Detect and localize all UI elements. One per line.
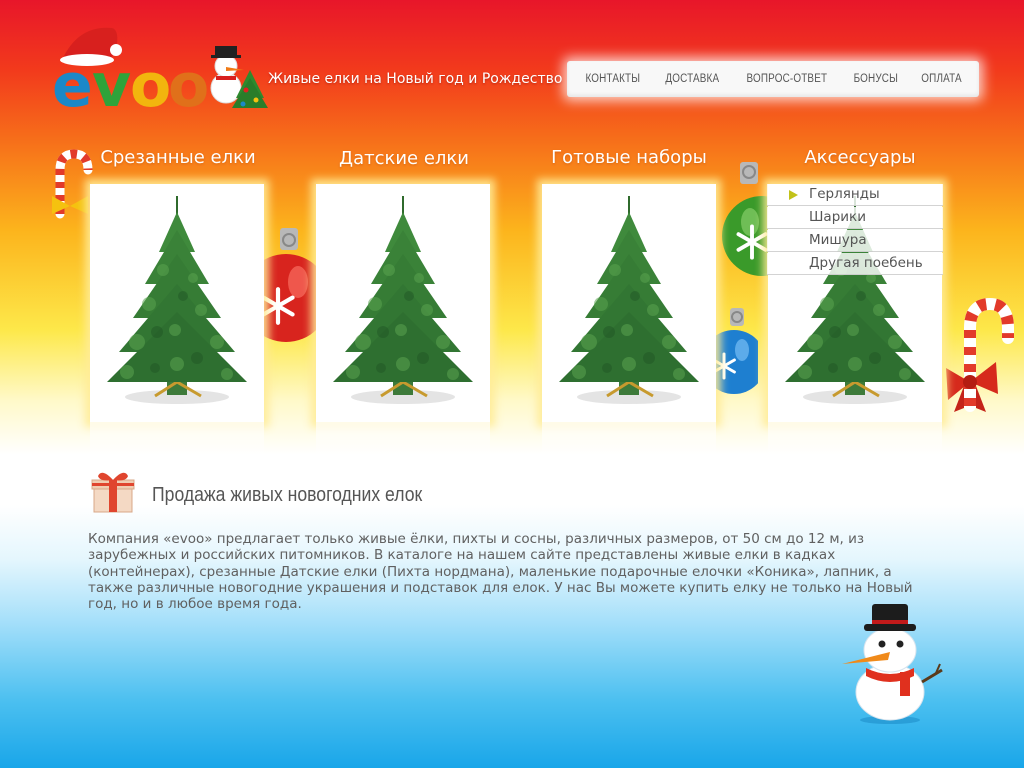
active-arrow-icon [789, 190, 798, 200]
snowman-icon [842, 604, 943, 724]
accessories-menu: Герлянды Шарики Мишура Другая поебень [767, 184, 943, 276]
gift-box-icon [91, 472, 135, 513]
page-heading: Продажа живых новогодних елок [152, 484, 423, 506]
card-reflection [316, 422, 490, 472]
logo-letter-o2: o [168, 51, 209, 115]
menu-item-label: Шарики [809, 209, 866, 225]
card-reflection [542, 422, 716, 472]
christmas-tree-image [105, 194, 249, 406]
christmas-tree-image [331, 194, 475, 406]
logo-letter-e: e [52, 51, 93, 115]
evoo-logo-icon: e v o o [52, 27, 268, 121]
category-card-danish-trees[interactable] [316, 184, 490, 422]
menu-item-garlands[interactable]: Герлянды [767, 184, 943, 206]
category-card-ready-sets[interactable] [542, 184, 716, 422]
nav-delivery[interactable]: ДОСТАВКА [665, 73, 719, 85]
card-reflection [768, 422, 942, 472]
nav-faq[interactable]: ВОПРОС-ОТВЕТ [746, 73, 827, 85]
nav-bonuses[interactable]: БОНУСЫ [853, 73, 897, 85]
nav-contacts[interactable]: КОНТАКТЫ [586, 73, 641, 85]
page-description: Компания «evoo» предлагает только живые … [88, 531, 913, 613]
top-nav: КОНТАКТЫ ДОСТАВКА ВОПРОС-ОТВЕТ БОНУСЫ ОП… [567, 61, 979, 97]
menu-item-label: Другая поебень [809, 255, 923, 271]
nav-payment[interactable]: ОПЛАТА [921, 73, 961, 85]
menu-item-label: Герлянды [809, 186, 880, 202]
evoo-logo[interactable]: e v o o [50, 20, 270, 121]
category-title-ready-sets[interactable]: Готовые наборы [529, 147, 729, 168]
menu-item-other[interactable]: Другая поебень [767, 253, 943, 275]
menu-item-balls[interactable]: Шарики [767, 207, 943, 229]
menu-item-label: Мишура [809, 232, 867, 248]
category-title-accessories[interactable]: Аксессуары [760, 147, 960, 168]
red-ornament-icon [258, 228, 316, 342]
category-title-cut-trees[interactable]: Срезанные елки [78, 147, 278, 168]
category-card-cut-trees[interactable] [90, 184, 264, 422]
christmas-tree-image [557, 194, 701, 406]
card-reflection [90, 422, 264, 472]
category-title-danish-trees[interactable]: Датские елки [304, 148, 504, 169]
candy-cane-icon [946, 297, 1014, 412]
logo-letter-v: v [92, 51, 131, 115]
logo-letter-o1: o [130, 51, 171, 115]
menu-item-tinsel[interactable]: Мишура [767, 230, 943, 252]
tagline: Живые елки на Новый год и Рождество [268, 71, 563, 87]
